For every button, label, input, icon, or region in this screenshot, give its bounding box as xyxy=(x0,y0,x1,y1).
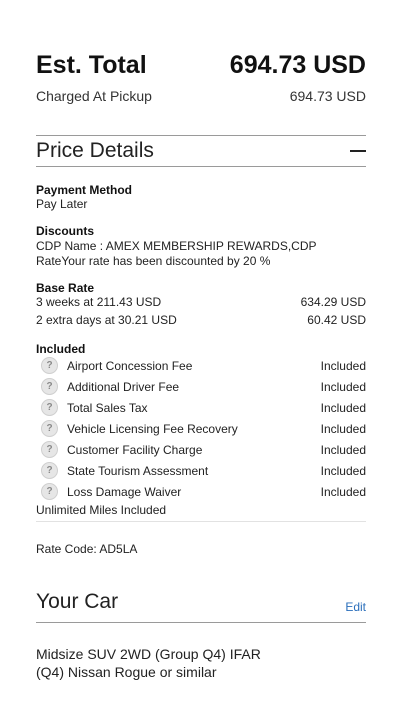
included-item-label: State Tourism Assessment xyxy=(67,463,209,478)
included-item-status: Included xyxy=(320,421,366,436)
divider xyxy=(36,622,366,623)
included-item-label: Airport Concession Fee xyxy=(67,358,193,373)
price-details-title: Price Details xyxy=(36,139,154,162)
base-rate-amount: 634.29 USD xyxy=(300,295,366,309)
included-item: ? Loss Damage Waiver Included xyxy=(41,483,366,500)
total-label: Est. Total xyxy=(36,51,147,79)
estimated-total-row: Est. Total 694.73 USD xyxy=(36,51,366,80)
question-mark-icon[interactable]: ? xyxy=(41,462,58,479)
included-item-label: Total Sales Tax xyxy=(67,400,148,415)
included-item: ? Total Sales Tax Included xyxy=(41,399,366,416)
car-description: Midsize SUV 2WD (Group Q4) IFAR (Q4) Nis… xyxy=(36,645,366,681)
included-title: Included xyxy=(36,342,86,356)
your-car-header: Your Car Edit xyxy=(36,588,366,614)
base-rate-row: 3 weeks at 211.43 USD 634.29 USD xyxy=(36,295,366,309)
base-rate-label: 2 extra days at 30.21 USD xyxy=(36,313,177,327)
charged-label: Charged At Pickup xyxy=(36,88,152,104)
car-model-line: (Q4) Nissan Rogue or similar xyxy=(36,664,217,680)
question-mark-icon[interactable]: ? xyxy=(41,483,58,500)
included-item-label: Loss Damage Waiver xyxy=(67,484,182,499)
included-item: ? Airport Concession Fee Included xyxy=(41,357,366,374)
total-amount: 694.73 USD xyxy=(229,51,366,79)
discounts-text: CDP Name : AMEX MEMBERSHIP REWARDS,CDP R… xyxy=(36,239,317,268)
included-item-label: Vehicle Licensing Fee Recovery xyxy=(67,421,238,436)
included-item-label: Additional Driver Fee xyxy=(67,379,180,394)
payment-method-value: Pay Later xyxy=(36,197,88,211)
included-item-status: Included xyxy=(320,379,366,394)
included-item: ? Vehicle Licensing Fee Recovery Included xyxy=(41,420,366,437)
car-group-line: Midsize SUV 2WD (Group Q4) IFAR xyxy=(36,646,261,662)
unlimited-miles-text: Unlimited Miles Included xyxy=(36,503,167,517)
base-rate-label: 3 weeks at 211.43 USD xyxy=(36,295,162,309)
included-item-status: Included xyxy=(320,484,366,499)
minus-icon[interactable] xyxy=(350,150,366,152)
your-car-title: Your Car xyxy=(36,590,119,613)
included-item: ? State Tourism Assessment Included xyxy=(41,462,366,479)
included-item-label: Customer Facility Charge xyxy=(67,442,203,457)
question-mark-icon[interactable]: ? xyxy=(41,357,58,374)
discounts-section: Discounts CDP Name : AMEX MEMBERSHIP REW… xyxy=(36,224,366,269)
payment-method-section: Payment Method Pay Later xyxy=(36,183,366,212)
included-item: ? Customer Facility Charge Included xyxy=(41,441,366,458)
included-item-status: Included xyxy=(320,400,366,415)
question-mark-icon[interactable]: ? xyxy=(41,420,58,437)
included-item-status: Included xyxy=(320,442,366,457)
included-item-status: Included xyxy=(320,358,366,373)
question-mark-icon[interactable]: ? xyxy=(41,441,58,458)
charged-amount: 694.73 USD xyxy=(289,88,366,104)
question-mark-icon[interactable]: ? xyxy=(41,378,58,395)
discounts-title: Discounts xyxy=(36,224,95,238)
rate-code: Rate Code: AD5LA xyxy=(36,542,138,556)
divider xyxy=(36,521,366,522)
charged-at-pickup-row: Charged At Pickup 694.73 USD xyxy=(36,88,366,104)
price-details-header[interactable]: Price Details xyxy=(36,135,366,167)
edit-car-link[interactable]: Edit xyxy=(345,600,366,614)
base-rate-title: Base Rate xyxy=(36,281,95,295)
base-rate-amount: 60.42 USD xyxy=(307,313,366,327)
base-rate-row: 2 extra days at 30.21 USD 60.42 USD xyxy=(36,313,366,327)
included-item-status: Included xyxy=(320,463,366,478)
included-item: ? Additional Driver Fee Included xyxy=(41,378,366,395)
base-rate-section: Base Rate 3 weeks at 211.43 USD 634.29 U… xyxy=(36,281,366,327)
question-mark-icon[interactable]: ? xyxy=(41,399,58,416)
payment-method-title: Payment Method xyxy=(36,183,133,197)
